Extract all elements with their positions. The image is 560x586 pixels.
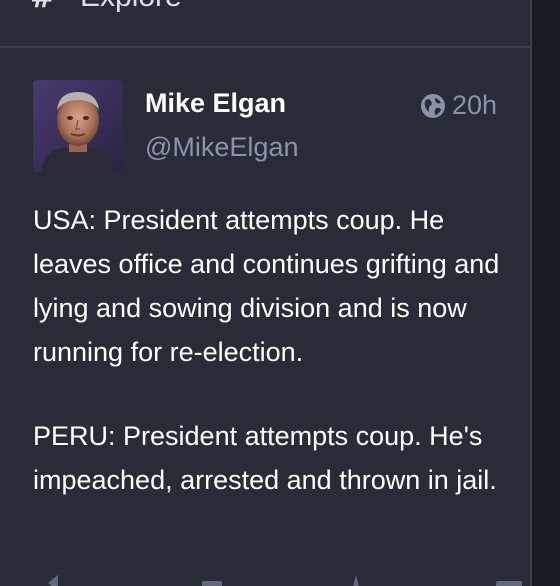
globe-icon bbox=[420, 93, 445, 118]
status-content: USA: President attempts coup. He leaves … bbox=[33, 198, 513, 542]
column-divider bbox=[530, 0, 532, 586]
avatar[interactable] bbox=[33, 80, 123, 172]
boost-icon[interactable] bbox=[200, 575, 224, 586]
column-header[interactable]: # Explore bbox=[0, 0, 530, 48]
status-paragraph: USA: President attempts coup. He leaves … bbox=[33, 205, 500, 367]
display-name[interactable]: Mike Elgan bbox=[145, 88, 286, 119]
page: # Explore bbox=[0, 0, 560, 586]
hashtag-icon: # bbox=[30, 0, 55, 15]
favourite-icon[interactable] bbox=[344, 575, 368, 586]
column-title[interactable]: Explore bbox=[80, 0, 182, 14]
avatar-image bbox=[33, 80, 123, 172]
status-action-bar bbox=[0, 570, 530, 586]
status-post[interactable]: Mike Elgan @MikeElgan 20h USA: President… bbox=[0, 48, 530, 586]
more-icon[interactable] bbox=[496, 575, 522, 586]
status-meta: 20h bbox=[420, 90, 497, 121]
username[interactable]: @MikeElgan bbox=[145, 132, 298, 163]
timeline-column: # Explore bbox=[0, 0, 530, 586]
timestamp[interactable]: 20h bbox=[452, 90, 497, 121]
status-paragraph: PERU: President attempts coup. He's impe… bbox=[33, 421, 497, 495]
reply-icon[interactable] bbox=[46, 575, 70, 586]
